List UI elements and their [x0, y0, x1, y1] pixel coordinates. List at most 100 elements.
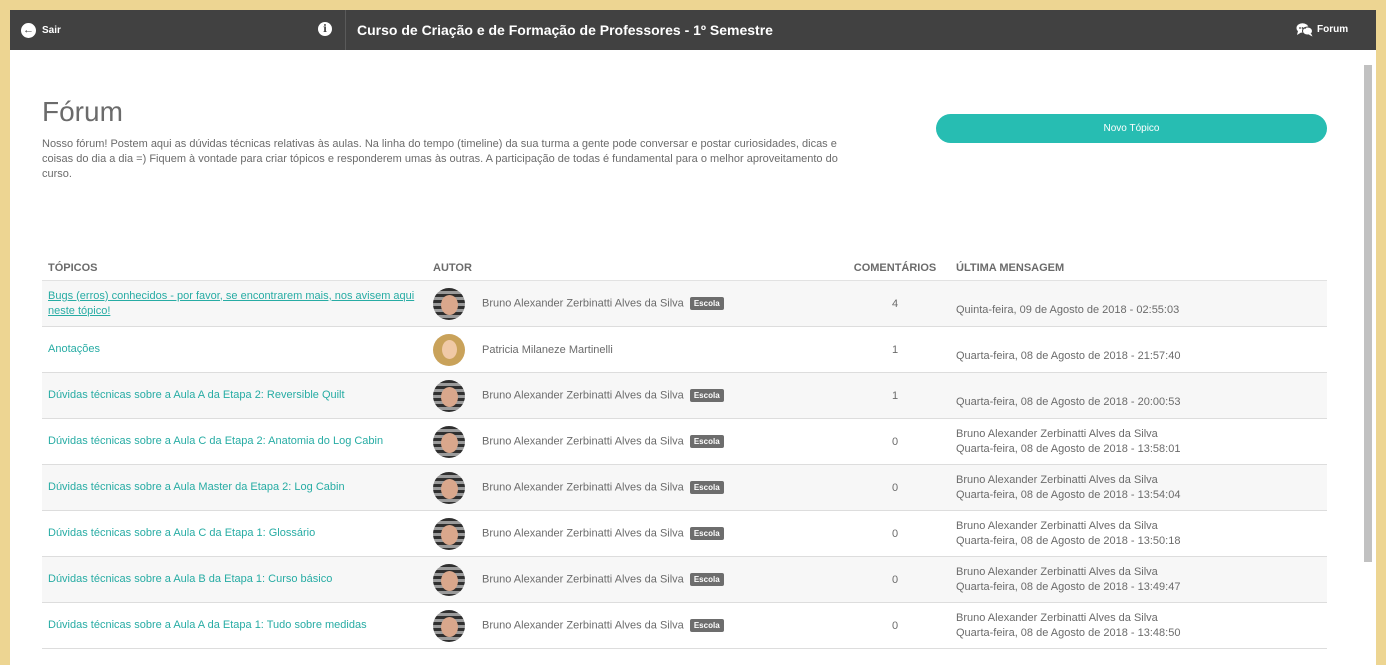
column-header-author[interactable]: AUTOR	[427, 256, 840, 281]
last-message-cell: Quarta-feira, 08 de Agosto de 2018 - 21:…	[950, 326, 1327, 373]
avatar	[433, 471, 465, 504]
role-badge: Escola	[689, 297, 724, 310]
author-name-text: Bruno Alexander Zerbinatti Alves da Silv…	[482, 435, 684, 448]
last-message-date: Quarta-feira, 08 de Agosto de 2018 - 13:…	[956, 488, 1181, 501]
top-bar-left: ← Sair i	[10, 10, 346, 50]
author-cell: Bruno Alexander Zerbinatti Alves da Silv…	[427, 464, 840, 511]
forum-nav-label: Forum	[1317, 24, 1349, 35]
last-message-cell: Bruno Alexander Zerbinatti Alves da Silv…	[950, 510, 1327, 557]
last-message-author: Bruno Alexander Zerbinatti Alves da Silv…	[956, 611, 1158, 624]
topic-cell: Bugs (erros) conhecidos - por favor, se …	[42, 280, 427, 327]
last-message-cell: Bruno Alexander Zerbinatti Alves da Silv…	[950, 418, 1327, 465]
author-name: Bruno Alexander Zerbinatti Alves da Silv…	[482, 297, 724, 310]
role-badge: Escola	[689, 389, 724, 402]
avatar	[433, 333, 465, 366]
last-message-cell: Quinta-feira, 09 de Agosto de 2018 - 02:…	[950, 280, 1327, 327]
topic-link[interactable]: Bugs (erros) conhecidos - por favor, se …	[48, 289, 421, 319]
last-message-date: Quinta-feira, 09 de Agosto de 2018 - 02:…	[956, 304, 1180, 316]
author-name-text: Bruno Alexander Zerbinatti Alves da Silv…	[482, 389, 684, 402]
topic-link[interactable]: Dúvidas técnicas sobre a Aula C da Etapa…	[48, 434, 421, 449]
course-title: Curso de Criação e de Formação de Profes…	[357, 22, 773, 38]
role-badge: Escola	[689, 481, 724, 494]
avatar	[433, 379, 465, 412]
author-name: Bruno Alexander Zerbinatti Alves da Silv…	[482, 481, 724, 494]
last-message-cell: Bruno Alexander Zerbinatti Alves da Silv…	[950, 464, 1327, 511]
table-header-row: TÓPICOS AUTOR COMENTÁRIOS ÚLTIMA MENSAGE…	[42, 256, 1327, 281]
author-name: Bruno Alexander Zerbinatti Alves da Silv…	[482, 435, 724, 448]
last-message-author: Bruno Alexander Zerbinatti Alves da Silv…	[956, 519, 1158, 532]
last-message-author: Bruno Alexander Zerbinatti Alves da Silv…	[956, 427, 1158, 440]
forum-nav-button[interactable]: Forum	[1296, 22, 1348, 37]
author-cell: Bruno Alexander Zerbinatti Alves da Silv…	[427, 418, 840, 465]
topic-link[interactable]: Dúvidas técnicas sobre a Aula C da Etapa…	[48, 526, 421, 541]
comments-count: 0	[840, 464, 950, 511]
last-message-date: Quarta-feira, 08 de Agosto de 2018 - 13:…	[956, 580, 1181, 593]
last-message-author: Bruno Alexander Zerbinatti Alves da Silv…	[956, 565, 1158, 578]
topic-cell: Dúvidas técnicas sobre a Aula B da Etapa…	[42, 556, 427, 603]
comments-count: 0	[840, 556, 950, 603]
author-cell: Bruno Alexander Zerbinatti Alves da Silv…	[427, 510, 840, 557]
avatar	[433, 287, 465, 320]
table-row: Dúvidas técnicas sobre a Aula C da Etapa…	[42, 418, 1327, 465]
author-cell: Bruno Alexander Zerbinatti Alves da Silv…	[427, 280, 840, 327]
topic-cell: Dúvidas técnicas sobre a Aula A da Etapa…	[42, 602, 427, 649]
back-button[interactable]: ← Sair	[21, 22, 61, 38]
topic-cell: Dúvidas técnicas sobre a Aula A da Etapa…	[42, 372, 427, 419]
chat-bubbles-icon	[1296, 23, 1313, 37]
topic-link[interactable]: Dúvidas técnicas sobre a Aula Master da …	[48, 480, 421, 495]
last-message-cell: Bruno Alexander Zerbinatti Alves da Silv…	[950, 556, 1327, 603]
scrollbar-thumb[interactable]	[1364, 65, 1372, 562]
author-name-text: Bruno Alexander Zerbinatti Alves da Silv…	[482, 527, 684, 540]
author-name-text: Bruno Alexander Zerbinatti Alves da Silv…	[482, 573, 684, 586]
table-row: Dúvidas técnicas sobre a Aula Master da …	[42, 464, 1327, 511]
last-message-cell: Quarta-feira, 08 de Agosto de 2018 - 20:…	[950, 372, 1327, 419]
topic-cell: Dúvidas técnicas sobre a Aula C da Etapa…	[42, 510, 427, 557]
last-message-date: Quarta-feira, 08 de Agosto de 2018 - 13:…	[956, 534, 1181, 547]
avatar	[433, 517, 465, 550]
table-row: Bugs (erros) conhecidos - por favor, se …	[42, 280, 1327, 327]
author-cell: Bruno Alexander Zerbinatti Alves da Silv…	[427, 556, 840, 603]
last-message-date: Quarta-feira, 08 de Agosto de 2018 - 13:…	[956, 442, 1181, 455]
new-topic-button[interactable]: Novo Tópico	[936, 114, 1327, 143]
column-header-comments[interactable]: COMENTÁRIOS	[840, 256, 950, 281]
role-badge: Escola	[689, 527, 724, 540]
author-name-text: Bruno Alexander Zerbinatti Alves da Silv…	[482, 481, 684, 494]
app-window: ← Sair i Curso de Criação e de Formação …	[10, 10, 1376, 665]
topic-link[interactable]: Dúvidas técnicas sobre a Aula B da Etapa…	[48, 572, 421, 587]
last-message-author: Bruno Alexander Zerbinatti Alves da Silv…	[956, 473, 1158, 486]
topic-link[interactable]: Dúvidas técnicas sobre a Aula A da Etapa…	[48, 388, 421, 403]
table-row: Dúvidas técnicas sobre a Aula C da Etapa…	[42, 510, 1327, 557]
column-header-topics[interactable]: TÓPICOS	[42, 256, 427, 281]
author-name-text: Bruno Alexander Zerbinatti Alves da Silv…	[482, 619, 684, 632]
topic-cell: Dúvidas técnicas sobre a Aula C da Etapa…	[42, 418, 427, 465]
info-icon[interactable]: i	[318, 22, 332, 36]
topic-link[interactable]: Dúvidas técnicas sobre a Aula A da Etapa…	[48, 618, 421, 633]
column-header-last-message[interactable]: ÚLTIMA MENSAGEM	[950, 256, 1327, 281]
author-name-text: Patricia Milaneze Martinelli	[482, 343, 613, 356]
role-badge: Escola	[689, 573, 724, 586]
author-name: Bruno Alexander Zerbinatti Alves da Silv…	[482, 527, 724, 540]
role-badge: Escola	[689, 619, 724, 632]
topic-cell: Dúvidas técnicas sobre a Aula Master da …	[42, 464, 427, 511]
author-name: Bruno Alexander Zerbinatti Alves da Silv…	[482, 389, 724, 402]
back-label: Sair	[42, 24, 61, 36]
author-cell: Bruno Alexander Zerbinatti Alves da Silv…	[427, 602, 840, 649]
author-name: Patricia Milaneze Martinelli	[482, 344, 613, 356]
last-message-date: Quarta-feira, 08 de Agosto de 2018 - 13:…	[956, 626, 1181, 639]
author-cell: Patricia Milaneze Martinelli	[427, 326, 840, 373]
avatar	[433, 425, 465, 458]
last-message-date: Quarta-feira, 08 de Agosto de 2018 - 20:…	[956, 396, 1181, 408]
topic-link[interactable]: Anotações	[48, 342, 421, 357]
topic-cell: Anotações	[42, 326, 427, 373]
top-bar: ← Sair i Curso de Criação e de Formação …	[10, 10, 1376, 50]
topics-table: TÓPICOS AUTOR COMENTÁRIOS ÚLTIMA MENSAGE…	[42, 256, 1327, 649]
role-badge: Escola	[689, 435, 724, 448]
comments-count: 4	[840, 280, 950, 327]
table-row: Dúvidas técnicas sobre a Aula A da Etapa…	[42, 602, 1327, 649]
table-row: Dúvidas técnicas sobre a Aula A da Etapa…	[42, 372, 1327, 419]
page-title: Fórum	[42, 96, 123, 127]
author-name: Bruno Alexander Zerbinatti Alves da Silv…	[482, 619, 724, 632]
table-row: Anotações Patricia Milaneze Martinelli 1…	[42, 326, 1327, 373]
last-message-cell: Bruno Alexander Zerbinatti Alves da Silv…	[950, 602, 1327, 649]
avatar	[433, 563, 465, 596]
